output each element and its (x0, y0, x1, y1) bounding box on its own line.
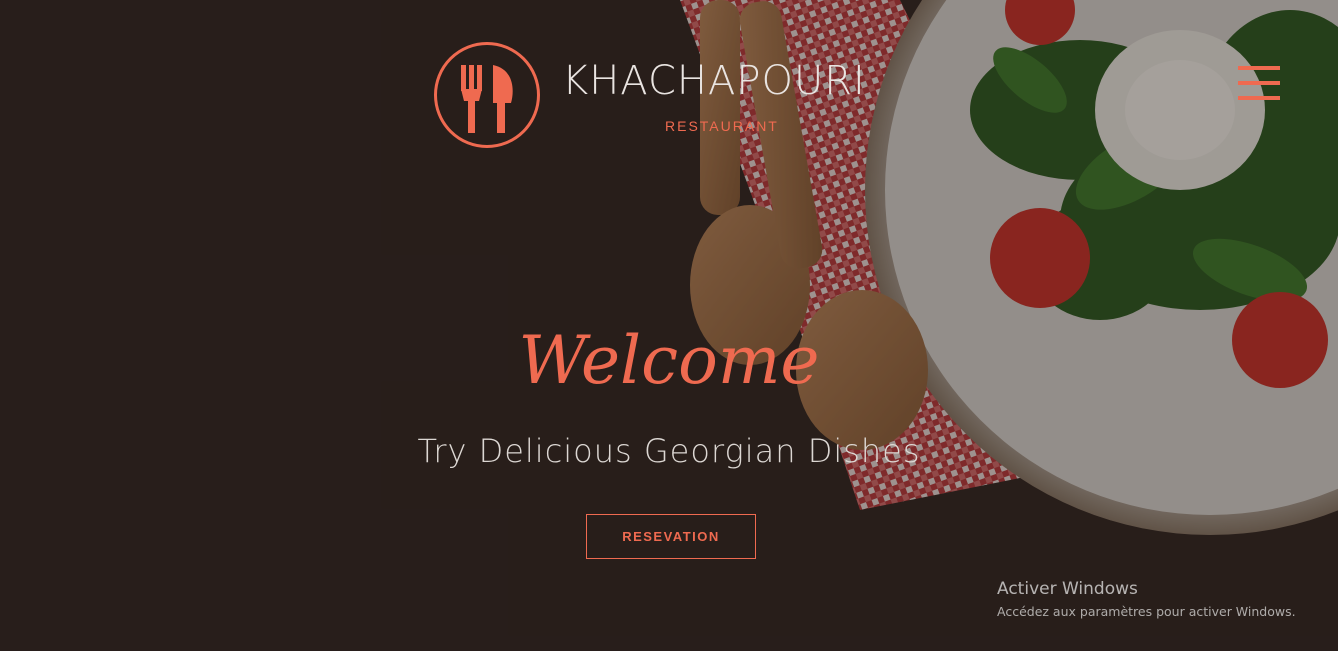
hero-section: KHACHAPOURI RESTAURANT Welcome Try Delic… (0, 0, 1338, 651)
hamburger-bar-middle (1238, 81, 1280, 85)
welcome-heading: Welcome (518, 322, 820, 399)
hero-tagline: Try Delicious Georgian Dishes (417, 432, 921, 470)
windows-activation-title: Activer Windows (997, 579, 1138, 599)
brand-logo[interactable]: KHACHAPOURI RESTAURANT (434, 42, 914, 154)
fork-knife-icon (461, 65, 513, 133)
hamburger-menu-icon[interactable] (1238, 66, 1280, 100)
windows-activation-subtitle: Accédez aux paramètres pour activer Wind… (997, 604, 1296, 619)
reservation-button[interactable]: RESEVATION (586, 514, 756, 559)
brand-subtitle: RESTAURANT (665, 118, 779, 134)
logo-circle (434, 42, 540, 148)
brand-name: KHACHAPOURI (562, 58, 866, 104)
hamburger-bar-top (1238, 66, 1280, 70)
hamburger-bar-bottom (1238, 96, 1280, 100)
